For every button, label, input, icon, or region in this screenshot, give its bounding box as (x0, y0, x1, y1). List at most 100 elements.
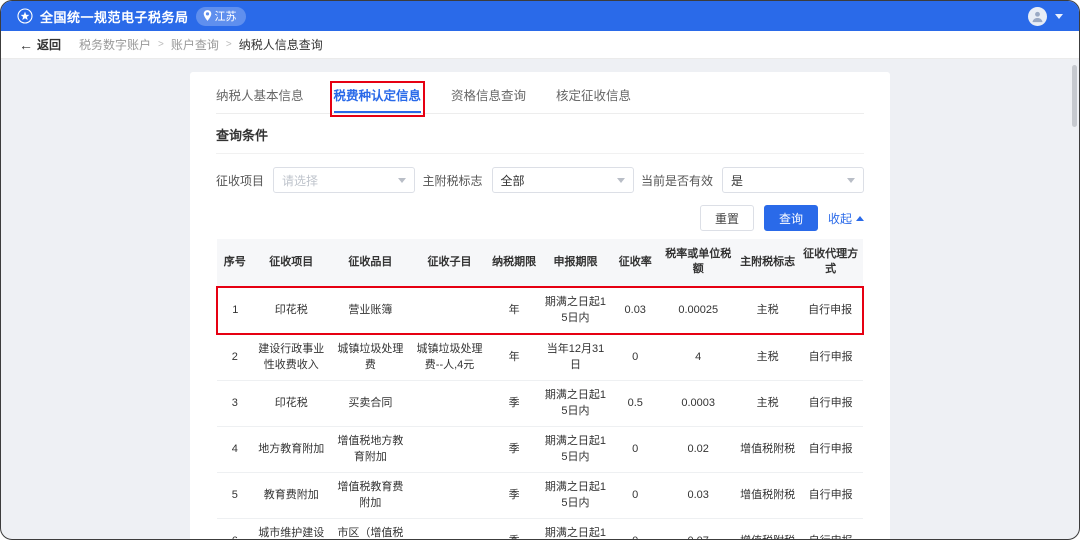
table-cell: 主税 (737, 380, 798, 426)
table-cell: 季 (488, 472, 540, 518)
table-cell (411, 518, 489, 539)
query-section-title: 查询条件 (216, 114, 864, 154)
table-body: 1印花税营业账簿年期满之日起15日内0.030.00025主税自行申报2建设行政… (217, 287, 863, 539)
table-cell: 0.02 (659, 426, 737, 472)
column-header: 纳税期限 (488, 239, 540, 287)
table-cell: 期满之日起15日内 (540, 287, 611, 334)
column-header: 征收品目 (330, 239, 411, 287)
table-cell: 主税 (737, 287, 798, 334)
column-header: 征收项目 (253, 239, 331, 287)
region-badge[interactable]: 江苏 (196, 7, 246, 26)
table-cell: 0.03 (611, 287, 659, 334)
table-cell: 增值税教育费附加 (330, 472, 411, 518)
content-card: 纳税人基本信息税费种认定信息资格信息查询核定征收信息 查询条件 征收项目请选择主… (190, 72, 890, 539)
tab-qualification-info[interactable]: 资格信息查询 (451, 85, 526, 113)
filter-main-additional-tax-flag: 主附税标志 全部 (422, 167, 633, 193)
scrollbar-thumb[interactable] (1072, 65, 1077, 127)
table-cell: 0 (611, 426, 659, 472)
table-cell (411, 287, 489, 334)
table-cell: 增值税附税 (737, 426, 798, 472)
table-cell: 0.07 (659, 518, 737, 539)
table-cell: 当年12月31日 (540, 334, 611, 381)
table-cell (411, 380, 489, 426)
table-cell (411, 472, 489, 518)
breadcrumb-item-3: 纳税人信息查询 (239, 36, 323, 53)
chevron-down-icon (617, 178, 625, 183)
table-cell: 印花税 (253, 287, 331, 334)
region-label: 江苏 (215, 8, 237, 24)
select-value-collection-item: 请选择 (282, 172, 318, 189)
filter-row: 征收项目 请选择 主附税标志 全部 当前是否有效 是 (216, 154, 864, 193)
table-cell: 5 (217, 472, 253, 518)
back-button[interactable]: ← 返回 (19, 36, 61, 53)
breadcrumb-separator: > (158, 39, 164, 50)
table-cell: 期满之日起15日内 (540, 472, 611, 518)
select-currently-valid[interactable]: 是 (722, 167, 864, 193)
table-cell: 买卖合同 (330, 380, 411, 426)
breadcrumb-item-2[interactable]: 账户查询 (171, 36, 219, 53)
table-cell: 主税 (737, 334, 798, 381)
search-button[interactable]: 查询 (764, 205, 818, 231)
table-cell: 增值税附税 (737, 518, 798, 539)
location-pin-icon (203, 10, 212, 21)
filter-label-currently-valid: 当前是否有效 (641, 172, 713, 189)
table-cell: 0 (611, 472, 659, 518)
table-cell: 自行申报 (798, 380, 863, 426)
reset-button[interactable]: 重置 (700, 205, 754, 231)
column-header: 征收子目 (411, 239, 489, 287)
collapse-toggle[interactable]: 收起 (828, 210, 864, 227)
breadcrumb-separator: > (226, 39, 232, 50)
table-cell: 0.5 (611, 380, 659, 426)
table-cell: 地方教育附加 (253, 426, 331, 472)
table-row: 6城市维护建设税市区（增值税附征）季期满之日起15日内00.07增值税附税自行申… (217, 518, 863, 539)
table-header-row: 序号征收项目征收品目征收子目纳税期限申报期限征收率税率或单位税额主附税标志征收代… (217, 239, 863, 287)
table-cell: 城市维护建设税 (253, 518, 331, 539)
table-cell: 营业账簿 (330, 287, 411, 334)
app-header: 全国统一规范电子税务局 江苏 (1, 1, 1079, 31)
table-cell: 增值税地方教育附加 (330, 426, 411, 472)
chevron-down-icon (847, 178, 855, 183)
filter-label-collection-item: 征收项目 (216, 172, 264, 189)
table-cell: 城镇垃圾处理费 (330, 334, 411, 381)
select-main-additional-tax-flag[interactable]: 全部 (492, 167, 634, 193)
table-cell: 自行申报 (798, 426, 863, 472)
select-value-main-additional-tax-flag: 全部 (501, 172, 525, 189)
table-cell: 建设行政事业性收费收入 (253, 334, 331, 381)
tab-taxpayer-basic-info[interactable]: 纳税人基本信息 (216, 85, 304, 113)
table-cell: 0 (611, 518, 659, 539)
table-cell: 教育费附加 (253, 472, 331, 518)
table-cell: 自行申报 (798, 518, 863, 539)
select-collection-item[interactable]: 请选择 (273, 167, 415, 193)
tab-tax-type-determination[interactable]: 税费种认定信息 (334, 85, 422, 113)
table-cell (411, 426, 489, 472)
column-header: 税率或单位税额 (659, 239, 737, 287)
user-avatar[interactable] (1028, 7, 1047, 26)
collapse-label: 收起 (828, 210, 852, 227)
results-table: 序号征收项目征收品目征收子目纳税期限申报期限征收率税率或单位税额主附税标志征收代… (216, 239, 864, 539)
column-header: 申报期限 (540, 239, 611, 287)
table-cell: 城镇垃圾处理费--人,4元 (411, 334, 489, 381)
table-row: 3印花税买卖合同季期满之日起15日内0.50.0003主税自行申报 (217, 380, 863, 426)
breadcrumb-item-1[interactable]: 税务数字账户 (79, 36, 151, 53)
table-cell: 6 (217, 518, 253, 539)
table-cell: 0.03 (659, 472, 737, 518)
app-title: 全国统一规范电子税务局 (40, 7, 189, 26)
table-cell: 1 (217, 287, 253, 334)
table-cell: 季 (488, 426, 540, 472)
tab-assessed-collection-info[interactable]: 核定征收信息 (556, 85, 631, 113)
table-cell: 自行申报 (798, 472, 863, 518)
column-header: 序号 (217, 239, 253, 287)
filter-label-main-additional-tax-flag: 主附税标志 (422, 172, 482, 189)
table-row: 1印花税营业账簿年期满之日起15日内0.030.00025主税自行申报 (217, 287, 863, 334)
tabs: 纳税人基本信息 税费种认定信息 资格信息查询 核定征收信息 (216, 72, 864, 114)
table-row: 4地方教育附加增值税地方教育附加季期满之日起15日内00.02增值税附税自行申报 (217, 426, 863, 472)
chevron-down-icon[interactable] (1055, 14, 1063, 19)
select-value-currently-valid: 是 (731, 172, 743, 189)
table-cell: 年 (488, 334, 540, 381)
table-cell: 0.0003 (659, 380, 737, 426)
table-cell: 期满之日起15日内 (540, 380, 611, 426)
column-header: 征收率 (611, 239, 659, 287)
column-header: 主附税标志 (737, 239, 798, 287)
breadcrumb-bar: ← 返回 税务数字账户 > 账户查询 > 纳税人信息查询 (1, 31, 1079, 59)
table-row: 5教育费附加增值税教育费附加季期满之日起15日内00.03增值税附税自行申报 (217, 472, 863, 518)
